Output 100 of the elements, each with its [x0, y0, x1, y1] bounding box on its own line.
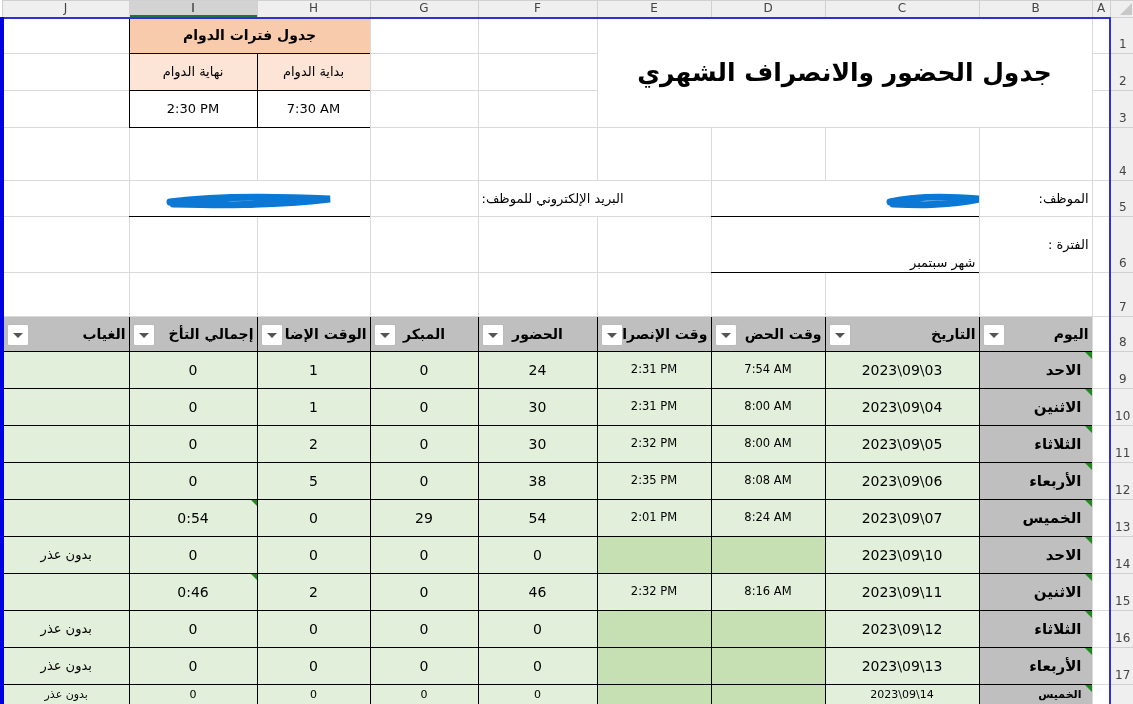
table-cell: 2023\09\04: [825, 388, 979, 426]
filter-dropdown[interactable]: [828, 324, 851, 346]
column-header[interactable]: F: [478, 0, 597, 18]
table-cell: 8:00 AM: [711, 388, 825, 426]
table-cell: 0: [370, 462, 478, 500]
filter-dropdown[interactable]: [600, 324, 623, 346]
table-cell: 0: [370, 684, 478, 704]
column-header[interactable]: A: [1092, 0, 1110, 18]
table-cell: 2023\09\10: [825, 536, 979, 574]
column-heading: التاريخ: [931, 326, 976, 342]
table-cell: 54: [478, 499, 597, 537]
table-cell: 8:24 AM: [711, 499, 825, 537]
table-cell: 5: [257, 462, 370, 500]
table-cell: بدون عذر: [2, 610, 129, 648]
table-cell: 0: [129, 388, 257, 426]
table-cell: 2:31 PM: [597, 388, 711, 426]
table-cell: 2:30 PM: [129, 90, 257, 128]
filter-dropdown[interactable]: [132, 324, 155, 346]
table-cell: 30: [478, 388, 597, 426]
filter-dropdown[interactable]: [7, 324, 29, 346]
table-cell: 0: [129, 684, 257, 704]
table-cell: الخميس: [979, 684, 1092, 704]
table-cell: 0: [478, 647, 597, 685]
table-cell: 2023\09\06: [825, 462, 979, 500]
table-cell: 0: [129, 351, 257, 389]
field-label: الفترة :: [979, 216, 1092, 273]
column-header[interactable]: G: [370, 0, 478, 18]
table-cell: 0: [257, 536, 370, 574]
sheet-title: جدول الحضور والانصراف الشهري: [597, 17, 1092, 128]
table-cell: 8:00 AM: [711, 425, 825, 463]
table-cell: 0: [370, 351, 478, 389]
column-heading: الحضور: [512, 326, 563, 342]
column-header[interactable]: E: [597, 0, 711, 18]
column-label: بداية الدوام: [257, 53, 370, 91]
table-cell: الأربعاء: [979, 647, 1092, 685]
field-label: البريد الإلكتروني للموظف:: [478, 180, 711, 217]
table-cell: الاحد: [979, 351, 1092, 389]
table-cell: الثلاثاء: [979, 425, 1092, 463]
column-heading: وقت الإنصرا: [622, 326, 708, 342]
table-cell: 8:16 AM: [711, 573, 825, 611]
table-cell: الاثنين: [979, 573, 1092, 611]
table-cell: 0: [257, 647, 370, 685]
table-cell: 0: [257, 499, 370, 537]
table-cell: 8:08 AM: [711, 462, 825, 500]
table-cell: 0: [478, 684, 597, 704]
table-cell: الاثنين: [979, 388, 1092, 426]
table-cell: 0: [129, 462, 257, 500]
column-heading: إجمالي التأخ: [168, 326, 254, 342]
column-header[interactable]: I: [129, 0, 257, 18]
column-header[interactable]: H: [257, 0, 370, 18]
table-cell: 7:54 AM: [711, 351, 825, 389]
column-label: نهاية الدوام: [129, 53, 257, 91]
table-cell: الاحد: [979, 536, 1092, 574]
table-cell: 0: [129, 647, 257, 685]
table-cell: 38: [478, 462, 597, 500]
field-label: الموظف:: [979, 180, 1092, 217]
table-cell: 2023\09\11: [825, 573, 979, 611]
table-cell: الأربعاء: [979, 462, 1092, 500]
table-title: جدول فترات الدوام: [129, 17, 370, 54]
table-cell: بدون عذر: [2, 684, 129, 704]
column-header[interactable]: D: [711, 0, 825, 18]
table-cell: 0: [370, 536, 478, 574]
table-cell: 1: [257, 351, 370, 389]
table-cell: 0:46: [129, 573, 257, 611]
table-cell: 2:01 PM: [597, 499, 711, 537]
filter-dropdown[interactable]: [373, 324, 396, 346]
table-cell: 2: [257, 425, 370, 463]
table-cell: 1: [257, 388, 370, 426]
filter-dropdown[interactable]: [481, 324, 504, 346]
column-heading: الوقت الإضا: [284, 326, 367, 342]
filter-dropdown[interactable]: [982, 324, 1005, 346]
table-cell: 0: [478, 610, 597, 648]
table-cell: 0: [129, 610, 257, 648]
filter-dropdown[interactable]: [260, 324, 283, 346]
table-cell: 2:35 PM: [597, 462, 711, 500]
table-cell: 0: [257, 610, 370, 648]
table-cell: 2023\09\12: [825, 610, 979, 648]
table-cell: 29: [370, 499, 478, 537]
table-cell: الخميس: [979, 499, 1092, 537]
table-cell: بدون عذر: [2, 536, 129, 574]
table-cell: 7:30 AM: [257, 90, 370, 128]
table-cell: 0: [370, 610, 478, 648]
filter-dropdown[interactable]: [714, 324, 737, 346]
table-cell: 0: [129, 425, 257, 463]
table-cell: الثلاثاء: [979, 610, 1092, 648]
column-header[interactable]: J: [2, 0, 129, 18]
table-cell: 2:32 PM: [597, 425, 711, 463]
table-cell: 2023\09\13: [825, 647, 979, 685]
table-cell: 2023\09\03: [825, 351, 979, 389]
field-value: شهر سبتمبر: [711, 216, 979, 273]
column-header[interactable]: B: [979, 0, 1092, 18]
column-header[interactable]: C: [825, 0, 979, 18]
table-cell: 0: [129, 536, 257, 574]
column-heading: اليوم: [1053, 326, 1089, 342]
table-cell: 46: [478, 573, 597, 611]
table-cell: 0: [257, 684, 370, 704]
table-cell: 0: [370, 388, 478, 426]
table-cell: 2023\09\07: [825, 499, 979, 537]
column-heading: الغياب: [82, 326, 126, 342]
table-cell: بدون عذر: [2, 647, 129, 685]
